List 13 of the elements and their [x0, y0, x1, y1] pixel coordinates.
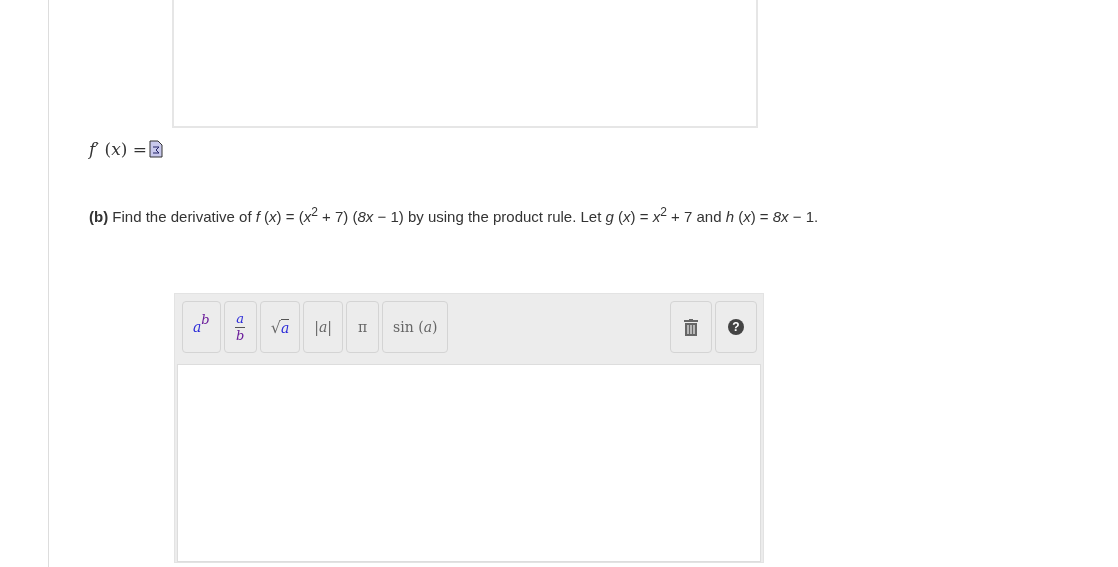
trash-icon — [684, 318, 698, 336]
math-symbol-button[interactable]: sin (a) — [382, 301, 449, 353]
fraction-button[interactable]: a b — [223, 301, 257, 353]
question-text: (b) Find the derivative of f (x) = (x$^{2}$ + 7) (8x − 1) by using the product rule. Let g (x) = x$^{2}$ + 7 and h (x) = 8x − 1. — [89, 204, 820, 227]
math-symbol-button[interactable]: |a| — [303, 301, 344, 353]
math-input-field[interactable] — [177, 364, 761, 562]
help-button[interactable]: ? — [715, 301, 757, 353]
derivative-label: f′ (x) = — [89, 139, 148, 159]
clear-button[interactable] — [670, 301, 712, 353]
square-root-button[interactable]: √a — [259, 301, 301, 353]
math-symbol-button[interactable]: π — [346, 301, 380, 353]
answer-box[interactable] — [172, 0, 758, 128]
formula-document-icon — [149, 140, 164, 158]
